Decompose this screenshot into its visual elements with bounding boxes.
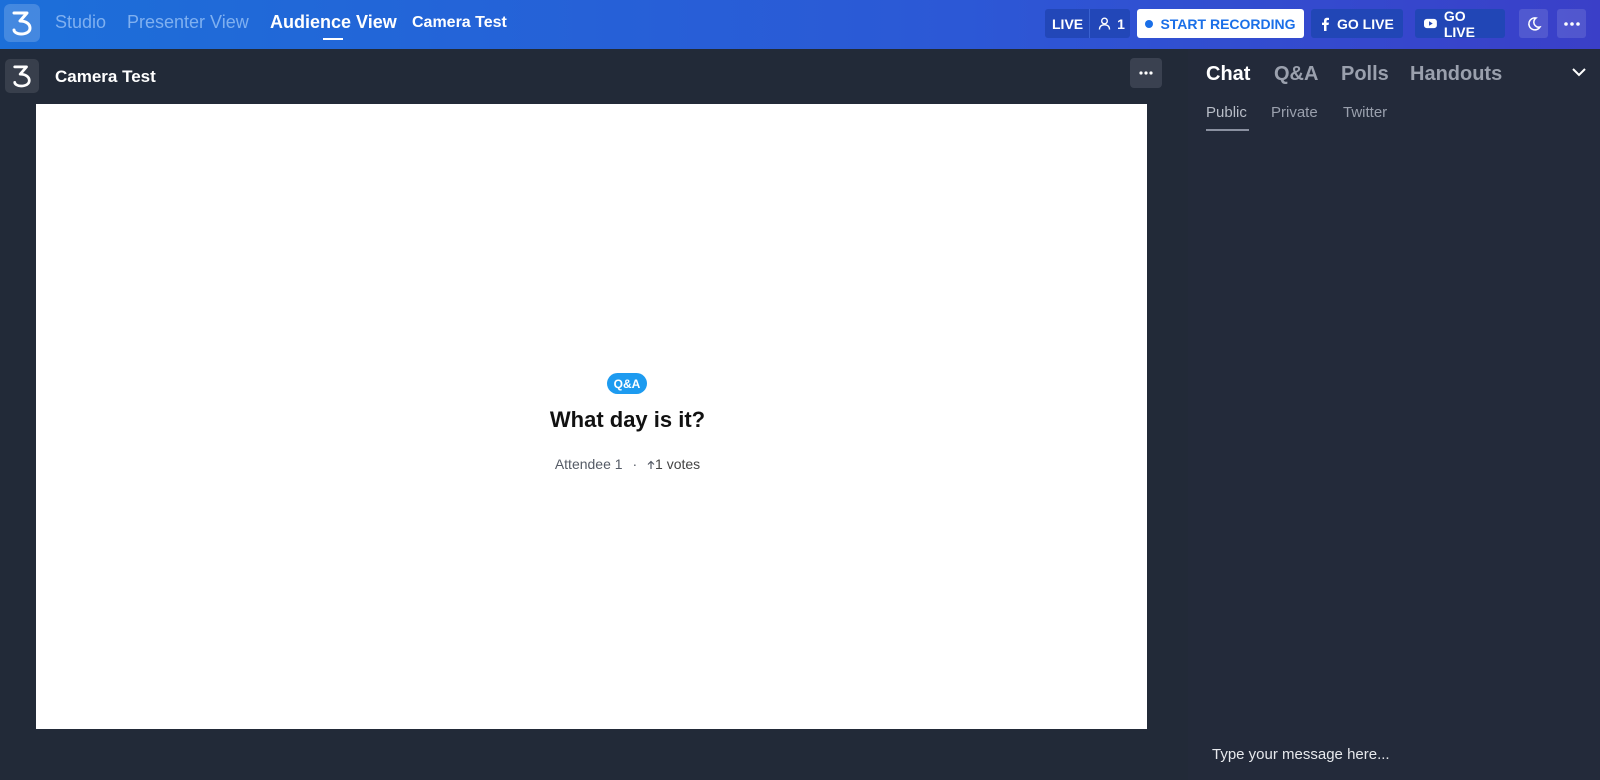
live-status-group: LIVE 1 [1045,9,1130,38]
moon-icon [1527,16,1542,31]
meta-separator: · [632,456,638,472]
nav-audience-view[interactable]: Audience View [270,12,397,33]
youtube-go-live-button[interactable]: GO LIVE [1415,7,1505,40]
stage-more-button[interactable] [1130,58,1162,88]
upvote-arrow-icon [647,460,655,469]
ellipsis-icon [1139,71,1153,75]
stage-logo-icon [5,59,39,93]
chat-message-input[interactable] [1212,743,1582,765]
person-icon [1098,17,1111,30]
live-label: LIVE [1045,9,1091,38]
nav-studio[interactable]: Studio [55,12,106,33]
tab-qa[interactable]: Q&A [1274,63,1318,86]
active-nav-indicator [323,38,343,40]
subtab-public[interactable]: Public [1206,104,1247,121]
facebook-go-live-button[interactable]: GO LIVE [1311,9,1403,38]
app-logo-icon[interactable] [4,4,40,42]
record-dot-icon [1145,19,1154,28]
dark-mode-button[interactable] [1519,9,1548,38]
subtab-private[interactable]: Private [1271,104,1318,121]
facebook-icon [1322,17,1329,31]
start-recording-label: START RECORDING [1160,15,1296,32]
question-meta: Attendee 1 · 1 votes [36,456,1219,472]
event-title: Camera Test [412,14,507,31]
more-options-button[interactable] [1557,9,1586,38]
viewer-count: 1 [1090,16,1125,32]
top-bar: Studio Presenter View Audience View Came… [0,0,1600,49]
facebook-go-live-label: GO LIVE [1337,15,1394,32]
active-subtab-indicator [1206,129,1249,131]
subtab-twitter[interactable]: Twitter [1343,104,1387,121]
tab-chat[interactable]: Chat [1206,63,1250,86]
nav-presenter-view[interactable]: Presenter View [127,12,249,33]
youtube-icon [1424,18,1437,29]
youtube-go-live-label: GO LIVE [1443,7,1475,40]
side-panel: Chat Q&A Polls Handouts Public Private T… [1188,49,1600,780]
presentation-stage: Q&A What day is it? Attendee 1 · 1 votes [36,104,1147,729]
tab-handouts[interactable]: Handouts [1410,63,1502,86]
vote-count: 1 votes [655,456,701,472]
question-author: Attendee 1 [554,456,623,472]
tab-polls[interactable]: Polls [1341,63,1389,86]
ellipsis-icon [1563,21,1580,26]
viewer-count-value: 1 [1117,15,1125,32]
featured-question: What day is it? [549,407,706,432]
chevron-down-icon[interactable] [1571,67,1587,77]
start-recording-button[interactable]: START RECORDING [1137,9,1304,38]
question-votes: 1 votes [647,456,700,472]
qa-badge: Q&A [607,373,647,394]
stage-title: Camera Test [55,67,156,86]
